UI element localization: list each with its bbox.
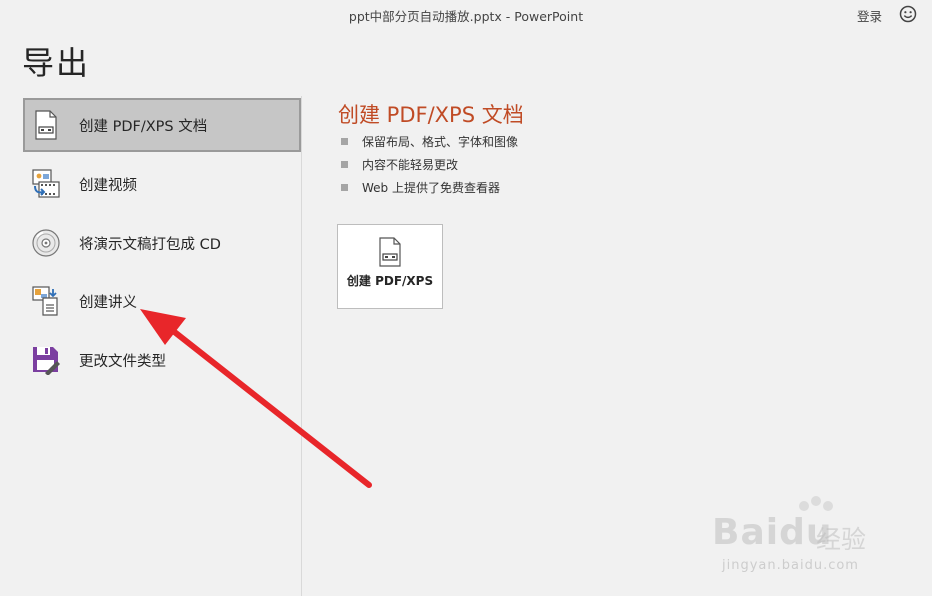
nav-label: 更改文件类型 [79, 353, 166, 370]
bullet-square-icon [341, 138, 348, 145]
sign-in-link[interactable]: 登录 [857, 6, 882, 25]
handout-icon [31, 284, 61, 318]
video-icon [31, 167, 61, 201]
nav-create-pdf-xps[interactable]: 创建 PDF/XPS 文档 [23, 98, 301, 152]
button-label: 创建 PDF/XPS [346, 274, 434, 288]
cd-icon [31, 226, 61, 260]
create-pdf-xps-button[interactable]: 创建 PDF/XPS [337, 224, 443, 309]
export-options-pane: 创建 PDF/XPS 文档 创建视频 将演示文稿打包成 CD 创建讲义 更改文件… [0, 96, 302, 596]
bullet-square-icon [341, 161, 348, 168]
save-disk-icon [31, 343, 61, 377]
nav-package-cd[interactable]: 将演示文稿打包成 CD [23, 216, 301, 270]
bullet-square-icon [341, 184, 348, 191]
feature-list: 保留布局、格式、字体和图像 内容不能轻易更改 Web 上提供了免费查看器 [341, 130, 518, 199]
nav-create-handouts[interactable]: 创建讲义 [23, 274, 301, 328]
nav-label: 创建 PDF/XPS 文档 [79, 118, 208, 135]
nav-create-video[interactable]: 创建视频 [23, 157, 301, 211]
section-title: 创建 PDF/XPS 文档 [338, 103, 524, 127]
smiley-feedback-icon[interactable] [898, 4, 918, 24]
export-detail-pane: 创建 PDF/XPS 文档 保留布局、格式、字体和图像 内容不能轻易更改 Web… [303, 96, 932, 596]
window-title: ppt中部分页自动播放.pptx - PowerPoint [348, 9, 584, 24]
pdf-document-icon [379, 237, 401, 267]
nav-label: 将演示文稿打包成 CD [79, 236, 221, 253]
nav-change-file-type[interactable]: 更改文件类型 [23, 333, 301, 387]
page-title: 导出 [22, 44, 91, 82]
title-bar: ppt中部分页自动播放.pptx - PowerPoint 登录 [0, 0, 932, 28]
list-item: 内容不能轻易更改 [341, 153, 518, 176]
list-item: 保留布局、格式、字体和图像 [341, 130, 518, 153]
nav-label: 创建讲义 [79, 294, 137, 311]
list-item: Web 上提供了免费查看器 [341, 176, 518, 199]
nav-label: 创建视频 [79, 177, 137, 194]
pdf-document-icon [31, 108, 61, 142]
